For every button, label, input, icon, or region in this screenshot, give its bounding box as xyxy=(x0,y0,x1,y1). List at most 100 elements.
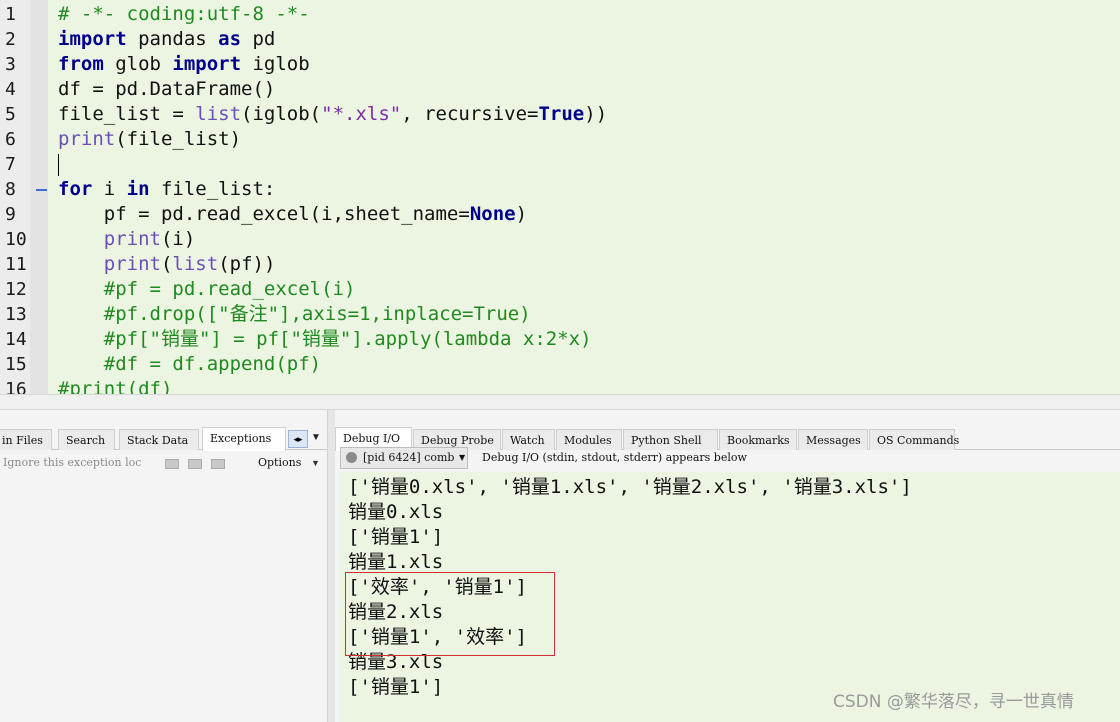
code-token: pandas xyxy=(126,28,219,50)
vertical-splitter[interactable] xyxy=(327,410,335,722)
code-line: 11 print(list(pf)) xyxy=(0,252,1120,277)
line-number: 5 xyxy=(5,104,16,125)
line-number: 2 xyxy=(5,29,16,50)
code-editor[interactable]: 1 # -*- coding:utf-8 -*- 2 import pandas as… xyxy=(0,0,1120,394)
code-text: # -*- coding:utf-8 -*- xyxy=(58,2,310,27)
code-text: file_list = list(iglob("*.xls", recursiv… xyxy=(58,102,607,127)
tab-label: Debug I/O xyxy=(343,432,401,445)
code-token: for xyxy=(58,178,93,200)
options-menu-button[interactable]: Options xyxy=(258,450,301,476)
tab-stack-data[interactable]: Stack Data xyxy=(119,429,199,450)
code-text: print(file_list) xyxy=(58,127,241,152)
ignore-exception-label[interactable]: Ignore this exception loc xyxy=(3,450,141,476)
code-text: #pf = pd.read_excel(i) xyxy=(58,277,356,302)
code-line: 13 #pf.drop(["备注"],axis=1,inplace=True) xyxy=(0,302,1120,327)
code-token: (pf)) xyxy=(218,253,276,275)
tab-scroll-icon[interactable]: ◂▸ xyxy=(288,430,308,448)
line-number: 14 xyxy=(5,329,27,350)
tab-in-files[interactable]: in Files xyxy=(0,429,52,450)
code-line: 6 print(file_list) xyxy=(0,127,1120,152)
fold-toggle-icon[interactable] xyxy=(36,189,47,191)
code-text: print(list(pf)) xyxy=(58,252,276,277)
tab-menu-icon[interactable]: ▼ xyxy=(311,432,321,443)
process-label: [pid 6424] comb xyxy=(363,451,455,464)
code-token: iglob xyxy=(241,53,310,75)
code-token: ( xyxy=(160,253,173,275)
code-line: 14 #pf["销量"] = pf["销量"].apply(lambda x:2… xyxy=(0,327,1120,352)
code-token: in xyxy=(126,178,150,200)
line-number: 12 xyxy=(5,279,27,300)
code-token: import xyxy=(172,53,242,75)
tab-exceptions[interactable]: Exceptions xyxy=(202,427,286,451)
chevron-down-icon: ▼ xyxy=(459,453,466,462)
code-line: 5 file_list = list(iglob("*.xls", recursi… xyxy=(0,102,1120,127)
watermark: CSDN @繁华落尽，寻一世真情 xyxy=(833,692,1074,712)
code-line: 4 df = pd.DataFrame() xyxy=(0,77,1120,102)
line-number: 6 xyxy=(5,129,16,150)
toolbar-icon[interactable] xyxy=(211,459,225,469)
output-line: 销量0.xls xyxy=(348,501,444,523)
options-dropdown-icon[interactable]: ▼ xyxy=(311,450,320,476)
code-text: df = pd.DataFrame() xyxy=(58,77,275,102)
code-token: , recursive= xyxy=(401,103,539,125)
horizontal-splitter[interactable] xyxy=(0,394,1120,410)
highlight-box xyxy=(345,572,555,656)
code-line: 9 pf = pd.read_excel(i,sheet_name=None) xyxy=(0,202,1120,227)
code-token: print xyxy=(58,128,116,150)
code-text: #df = df.append(pf) xyxy=(58,352,321,377)
code-token: (iglob( xyxy=(241,103,322,125)
code-token: print xyxy=(103,228,161,250)
code-line: 1 # -*- coding:utf-8 -*- xyxy=(0,2,1120,27)
line-number: 10 xyxy=(5,229,27,250)
line-number: 11 xyxy=(5,254,27,275)
toolbar-icon[interactable] xyxy=(188,459,202,469)
tab-label: Stack Data xyxy=(127,434,189,447)
code-line: 10 print(i) xyxy=(0,227,1120,252)
toolbar-icon[interactable] xyxy=(165,459,179,469)
code-token: True xyxy=(538,103,585,125)
code-text: from glob import iglob xyxy=(58,52,310,77)
code-line: 16 #print(df) xyxy=(0,377,1120,394)
code-token: #df = df.append(pf) xyxy=(58,353,322,375)
code-token: file_list: xyxy=(149,178,276,200)
code-token: (file_list) xyxy=(115,128,242,150)
code-token: "*.xls" xyxy=(321,103,402,125)
code-token: i xyxy=(92,178,127,200)
tab-label: Search xyxy=(66,434,106,447)
output-line: ['销量0.xls', '销量1.xls', '销量2.xls', '销量3.x… xyxy=(348,476,912,498)
code-token: df = pd.DataFrame() xyxy=(58,78,276,100)
line-number: 3 xyxy=(5,54,16,75)
process-selector[interactable]: [pid 6424] comb ▼ xyxy=(340,447,468,469)
code-token: pd xyxy=(241,28,276,50)
tab-search[interactable]: Search xyxy=(58,429,115,450)
code-token: glob xyxy=(103,53,173,75)
code-text: #pf["销量"] = pf["销量"].apply(lambda x:2*x) xyxy=(58,327,592,352)
left-tool-panel: in Files Search Stack Data Exceptions ◂▸… xyxy=(0,410,327,722)
code-token: #pf["销量"] = pf["销量"].apply(lambda x:2*x) xyxy=(58,328,592,350)
line-number: 8 xyxy=(5,179,16,200)
line-number: 4 xyxy=(5,79,16,100)
code-line: 3 from glob import iglob xyxy=(0,52,1120,77)
code-text: pf = pd.read_excel(i,sheet_name=None) xyxy=(58,202,527,227)
code-token: #pf.drop(["备注"],axis=1,inplace=True) xyxy=(58,303,531,325)
line-number: 15 xyxy=(5,354,27,375)
code-token: # -*- coding:utf-8 -*- xyxy=(58,3,310,25)
code-token: #print(df) xyxy=(58,378,173,394)
code-token: from xyxy=(58,53,104,75)
code-line: 7 xyxy=(0,152,1120,177)
line-number: 1 xyxy=(5,4,16,25)
line-number: 13 xyxy=(5,304,27,325)
code-text: #pf.drop(["备注"],axis=1,inplace=True) xyxy=(58,302,531,327)
left-tab-bar: in Files Search Stack Data Exceptions ◂▸… xyxy=(0,420,327,451)
output-line: ['销量1'] xyxy=(348,526,444,548)
output-line: ['销量1'] xyxy=(348,676,444,698)
debug-io-toolbar: [pid 6424] comb ▼ Debug I/O (stdin, stdo… xyxy=(335,445,1120,471)
code-token: )) xyxy=(584,103,608,125)
debug-io-description: Debug I/O (stdin, stdout, stderr) appear… xyxy=(482,451,747,464)
code-token: list xyxy=(195,103,242,125)
code-line: 15 #df = df.append(pf) xyxy=(0,352,1120,377)
line-number: 7 xyxy=(5,154,16,175)
tab-label: in Files xyxy=(2,434,43,447)
text-cursor xyxy=(58,154,59,176)
